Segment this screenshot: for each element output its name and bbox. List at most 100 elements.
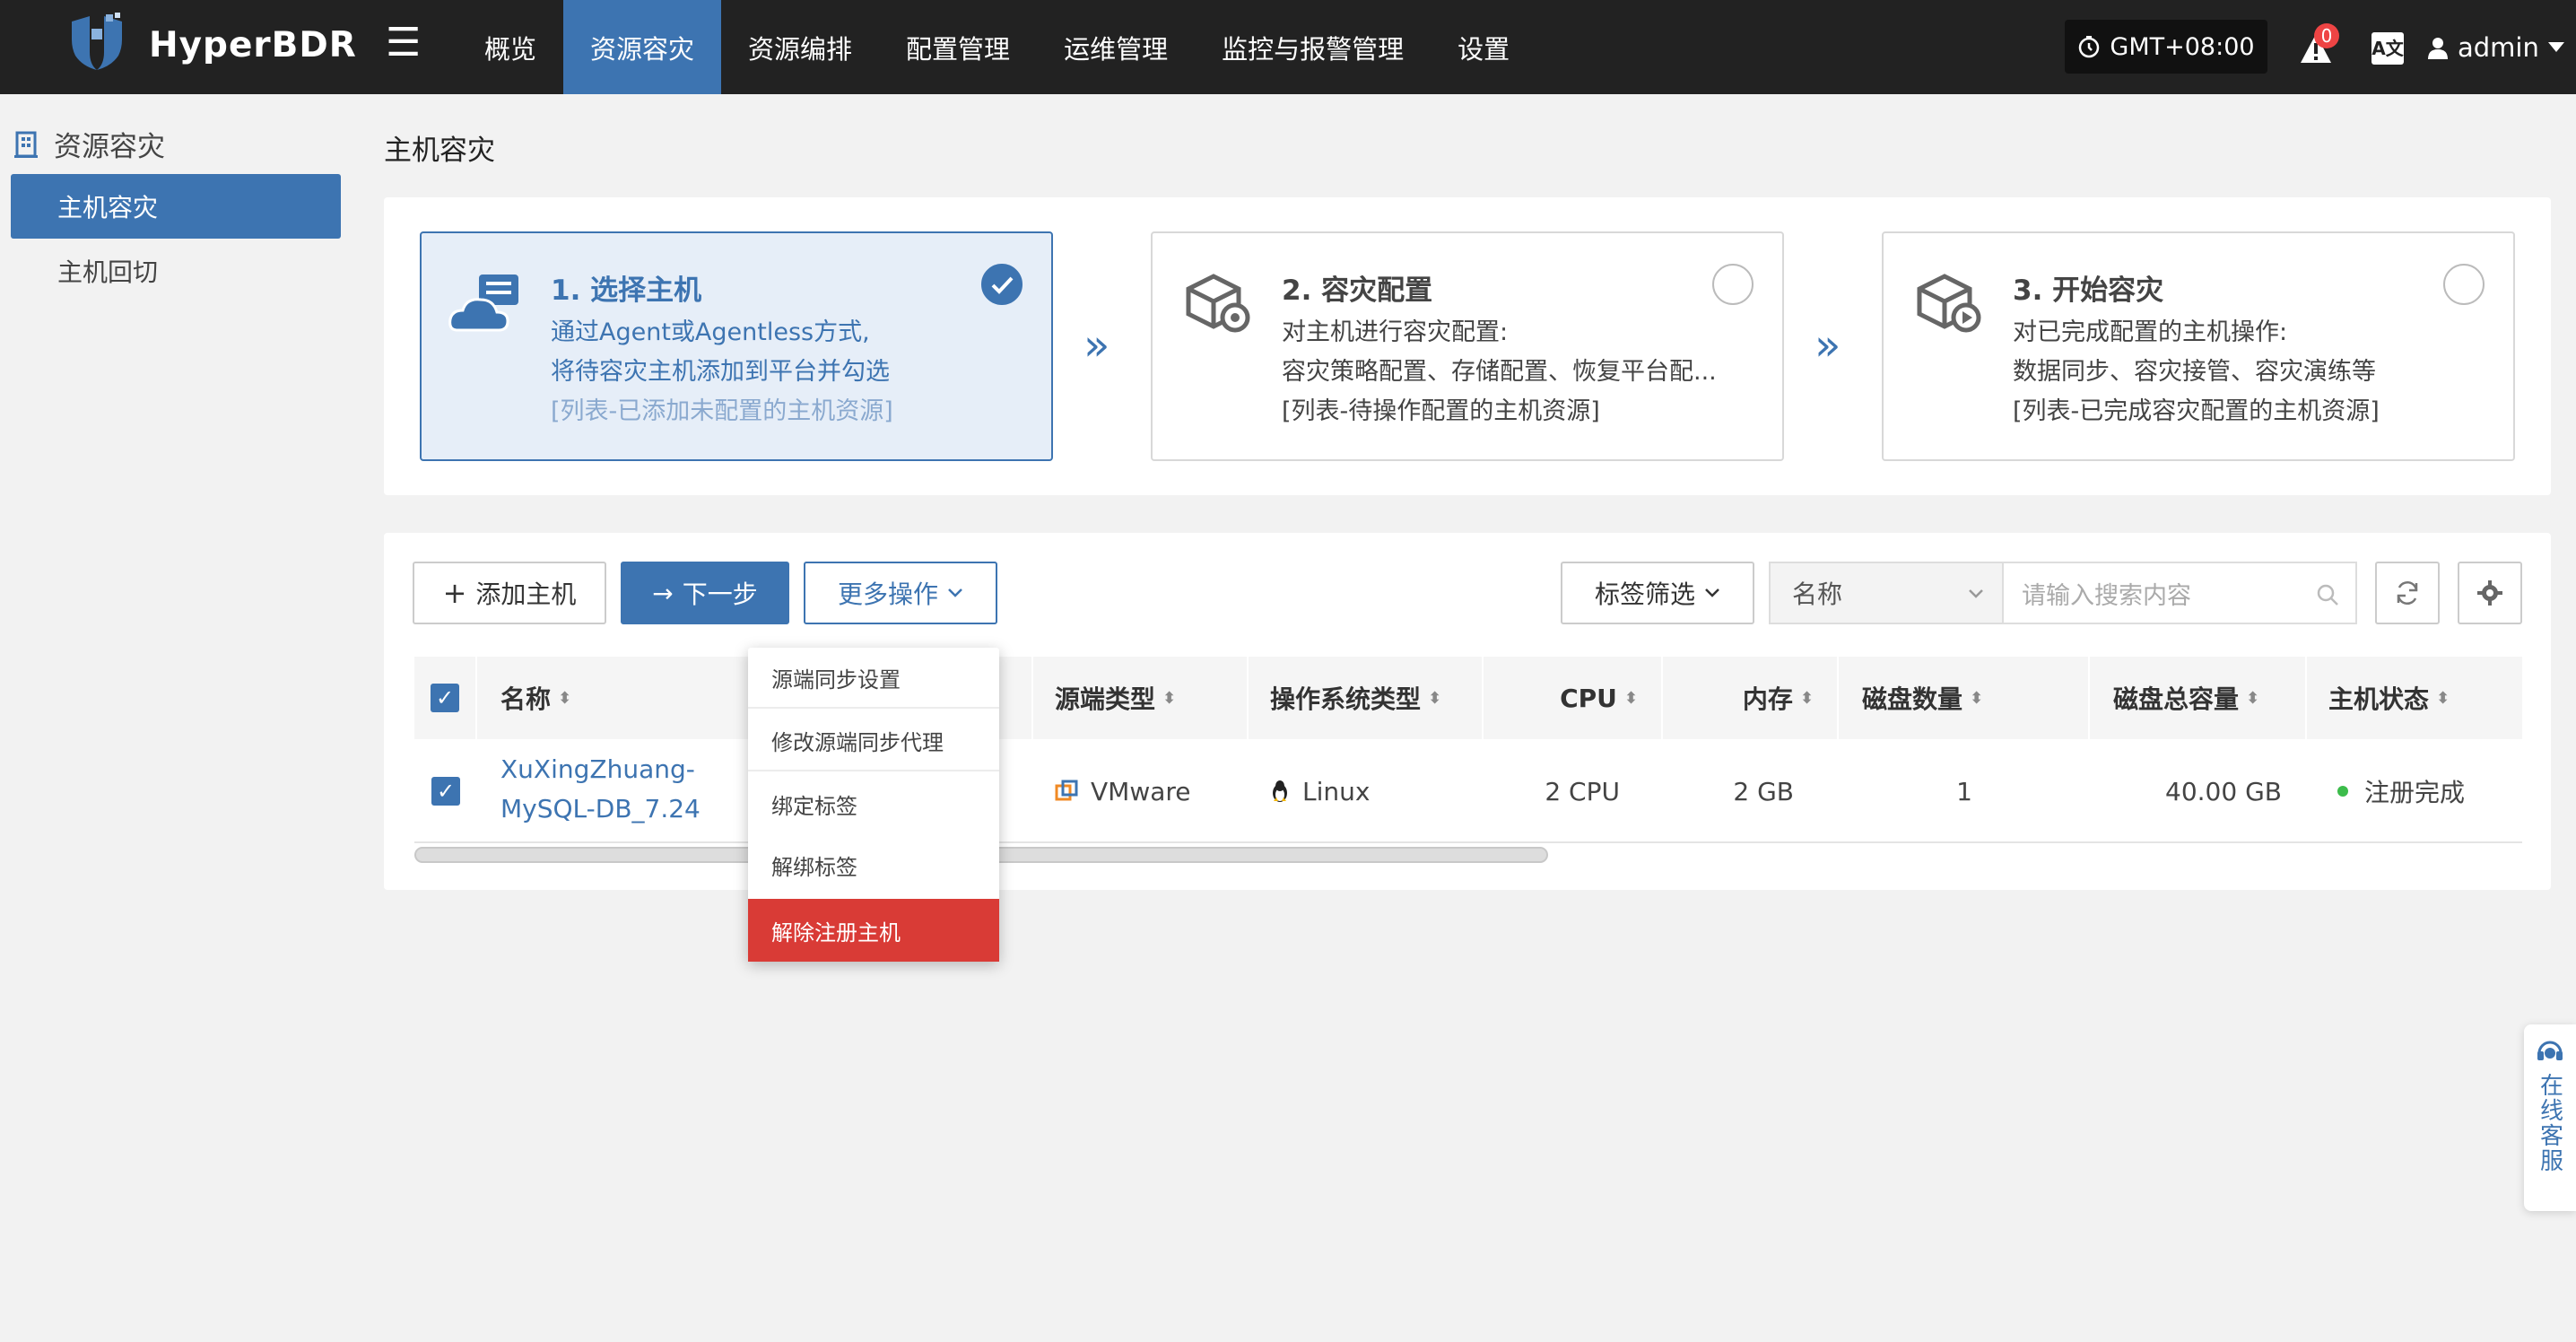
col-source-type[interactable]: 源端类型 ⬍ (1033, 657, 1249, 739)
step-2-title: 2. 容灾配置 (1282, 274, 1433, 307)
step-select-host[interactable]: 1. 选择主机 通过Agent或Agentless方式, 将待容灾主机添加到平台… (420, 231, 1053, 461)
nav-resource-dr[interactable]: 资源容灾 (563, 0, 722, 94)
step-3-title: 3. 开始容灾 (2013, 274, 2164, 307)
sidebar-section-title: 资源容灾 (14, 124, 165, 164)
select-all-checkbox[interactable]: ✓ (431, 684, 459, 712)
table-row[interactable]: ✓ XuXingZhuang- MySQL-DB_7.24 VMware Lin… (414, 739, 2522, 843)
disk-total-cell: 40.00 GB (2165, 776, 2282, 806)
next-step-label: 下一步 (682, 580, 758, 609)
plus-icon: + (442, 576, 467, 610)
host-name-line-1: XuXingZhuang- (500, 754, 695, 784)
select-all-cell: ✓ (414, 657, 477, 739)
step-1-check-icon (981, 264, 1023, 305)
timezone-display[interactable]: GMT+08:00 (2065, 20, 2267, 74)
sort-icon: ⬍ (2246, 688, 2260, 708)
double-chevron-right-icon: » (1815, 320, 1841, 370)
sidebar-title: 资源容灾 (54, 131, 165, 163)
vmware-icon (1055, 780, 1078, 801)
disk-count-cell: 1 (1956, 776, 1972, 806)
app-logo[interactable]: HyperBDR (65, 13, 357, 77)
user-icon (2428, 38, 2448, 59)
caret-down-icon (2547, 42, 2564, 52)
step-1-title: 1. 选择主机 (551, 274, 702, 307)
col-os-type[interactable]: 操作系统类型 ⬍ (1249, 657, 1484, 739)
os-type-cell: Linux (1270, 739, 1370, 843)
page-title: 主机容灾 (384, 135, 495, 167)
sort-icon: ⬍ (558, 688, 572, 708)
step-start-dr[interactable]: 3. 开始容灾 对已完成配置的主机操作: 数据同步、容灾接管、容灾演练等 [列表… (1882, 231, 2515, 461)
more-actions-button[interactable]: 更多操作 (804, 562, 997, 624)
add-host-button[interactable]: + 添加主机 (413, 562, 606, 624)
sort-icon: ⬍ (2436, 688, 2450, 708)
refresh-button[interactable] (2375, 562, 2440, 624)
linux-penguin-icon (1273, 780, 1287, 802)
more-actions-dropdown: 源端同步设置 修改源端同步代理 绑定标签 解绑标签 解除注册主机 (748, 648, 999, 962)
source-type-cell: VMware (1055, 739, 1191, 843)
cpu-cell: 2 CPU (1545, 776, 1620, 806)
online-support-widget[interactable]: 在线客服 (2524, 1024, 2576, 1211)
menu-item-source-sync-settings[interactable]: 源端同步设置 (748, 648, 999, 709)
nav-settings[interactable]: 设置 (1431, 0, 1536, 94)
steps-panel: 1. 选择主机 通过Agent或Agentless方式, 将待容灾主机添加到平台… (384, 197, 2551, 495)
support-label: 在线客服 (2536, 1073, 2563, 1173)
step-2-note: [列表-待操作配置的主机资源] (1282, 397, 1600, 425)
row-checkbox[interactable]: ✓ (431, 777, 460, 806)
menu-item-unbind-tag[interactable]: 解绑标签 (748, 834, 999, 895)
step-1-note: [列表-已添加未配置的主机资源] (551, 397, 893, 425)
col-host-status[interactable]: 主机状态 ⬍ (2307, 657, 2522, 739)
alert-count-badge: 0 (2314, 23, 2339, 48)
step-3-note: [列表-已完成容灾配置的主机资源] (2013, 397, 2380, 425)
nav-overview[interactable]: 概览 (457, 0, 563, 94)
sort-icon: ⬍ (1428, 688, 1442, 708)
search-field-select[interactable]: 名称 (1769, 562, 2004, 624)
top-navbar: HyperBDR ☰ 概览 资源容灾 资源编排 配置管理 运维管理 监控与报警管… (0, 0, 2576, 94)
col-disk-total[interactable]: 磁盘总容量 ⬍ (2090, 657, 2307, 739)
hamburger-menu-icon[interactable]: ☰ (386, 23, 422, 63)
clock-icon (2079, 36, 2100, 58)
search-icon (2317, 584, 2338, 606)
chevron-down-icon (948, 588, 962, 597)
host-status-cell: 注册完成 (2337, 739, 2465, 843)
step-3-desc-line-2: 数据同步、容灾接管、容灾演练等 (2013, 358, 2376, 386)
step-2-desc-line-2: 容灾策略配置、存储配置、恢复平台配... (1282, 358, 1717, 386)
host-table-card: + 添加主机 → 下一步 更多操作 标签筛选 名称 请输入搜索内容 ✓ 名称 ⬍ … (384, 533, 2551, 890)
chevron-down-icon (1969, 589, 1983, 598)
nav-orchestration[interactable]: 资源编排 (721, 0, 879, 94)
sidebar-item-host-dr[interactable]: 主机容灾 (11, 174, 341, 239)
sidebar-item-host-failback[interactable]: 主机回切 (11, 239, 341, 303)
menu-item-modify-sync-proxy[interactable]: 修改源端同步代理 (748, 710, 999, 771)
tag-filter-label: 标签筛选 (1594, 580, 1695, 609)
host-name-link[interactable]: XuXingZhuang- MySQL-DB_7.24 (500, 739, 701, 843)
language-switch-icon[interactable]: A文 (2371, 32, 2404, 65)
menu-item-bind-tag[interactable]: 绑定标签 (748, 773, 999, 834)
building-icon (14, 131, 38, 158)
add-host-label: 添加主机 (475, 580, 577, 609)
col-cpu[interactable]: CPU ⬍ (1484, 657, 1663, 739)
nav-monitoring-alerts[interactable]: 监控与报警管理 (1195, 0, 1431, 94)
host-name-line-2: MySQL-DB_7.24 (500, 794, 701, 824)
col-memory[interactable]: 内存 ⬍ (1663, 657, 1839, 739)
tag-filter-button[interactable]: 标签筛选 (1561, 562, 1754, 624)
nav-ops-management[interactable]: 运维管理 (1037, 0, 1195, 94)
search-input[interactable]: 请输入搜索内容 (2002, 562, 2357, 624)
box-play-icon (1917, 274, 1981, 333)
col-disk-count[interactable]: 磁盘数量 ⬍ (1839, 657, 2090, 739)
chevron-down-icon (1705, 588, 1719, 597)
step-3-radio-icon (2443, 264, 2485, 305)
nav-config-management[interactable]: 配置管理 (879, 0, 1037, 94)
headset-icon (2537, 1041, 2563, 1060)
app-name: HyperBDR (149, 24, 357, 65)
next-step-button[interactable]: → 下一步 (621, 562, 789, 624)
menu-item-unregister-host[interactable]: 解除注册主机 (748, 899, 999, 962)
arrow-right-icon: → (652, 578, 674, 608)
sort-icon: ⬍ (1623, 688, 1638, 708)
step-1-desc-line-2: 将待容灾主机添加到平台并勾选 (551, 358, 890, 386)
refresh-icon (2397, 581, 2418, 605)
settings-button[interactable] (2458, 562, 2522, 624)
user-menu[interactable]: admin (2427, 27, 2564, 68)
step-dr-config[interactable]: 2. 容灾配置 对主机进行容灾配置: 容灾策略配置、存储配置、恢复平台配... … (1151, 231, 1784, 461)
cloud-server-icon (448, 274, 518, 332)
status-dot-icon (2337, 786, 2348, 797)
status-label: 注册完成 (2364, 778, 2466, 807)
search-field-value: 名称 (1792, 580, 1843, 609)
